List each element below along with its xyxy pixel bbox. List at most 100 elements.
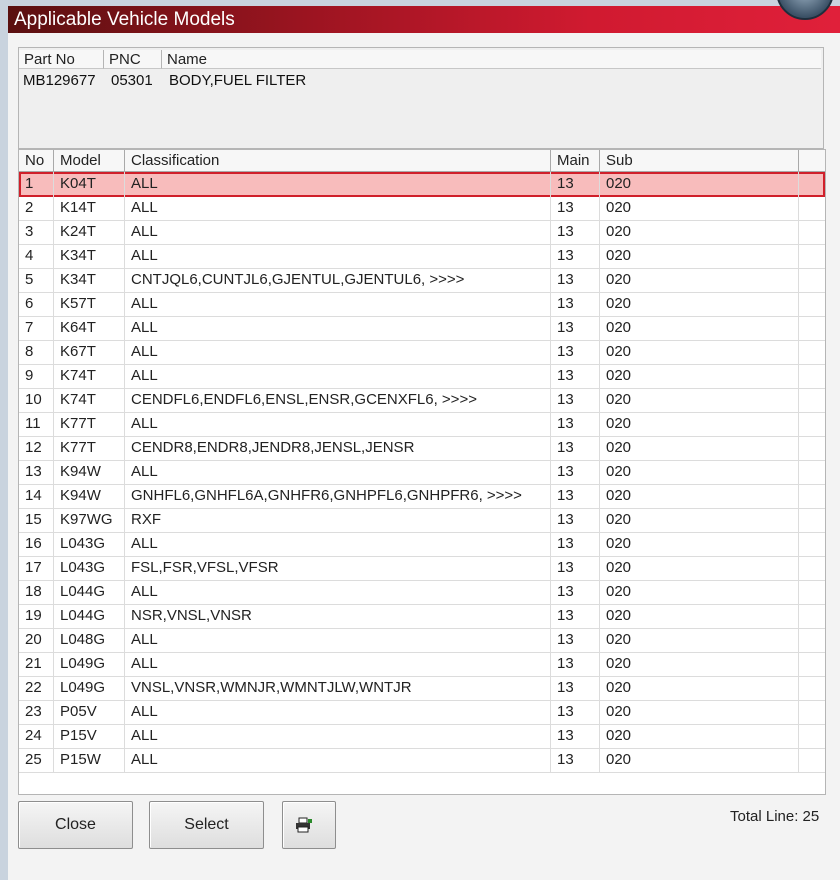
table-cell-classification: ALL	[125, 196, 551, 220]
table-row[interactable]: 15 K97WG RXF 13 020	[19, 508, 825, 533]
table-cell-sub: 020	[600, 412, 799, 436]
cell-text: CNTJQL6,CUNTJL6,GJENTUL,GJENTUL6, >>>>	[131, 271, 465, 288]
table-cell-model: L049G	[54, 652, 125, 676]
table-row[interactable]: 18 L044G ALL 13 020	[19, 580, 825, 605]
table-cell-classification: CENDR8,ENDR8,JENDR8,JENSL,JENSR	[125, 436, 551, 460]
cell-text: ALL	[131, 463, 158, 480]
table-cell-no: 15	[19, 508, 54, 532]
cell-text: 020	[606, 463, 632, 480]
table-row[interactable]: 20 L048G ALL 13 020	[19, 628, 825, 653]
table-row[interactable]: 2 K14T ALL 13 020	[19, 196, 825, 221]
column-header-label: Main	[557, 152, 590, 169]
table-row[interactable]: 7 K64T ALL 13 020	[19, 316, 825, 341]
vehicle-models-table[interactable]: No Model Classification Main Sub 1 K04T ALL 13 0…	[18, 149, 826, 795]
table-row[interactable]: 8 K67T ALL 13 020	[19, 340, 825, 365]
cell-text: ALL	[131, 247, 158, 264]
table-cell-main: 13	[551, 508, 600, 532]
cell-text: 13	[557, 199, 574, 216]
table-cell-sub: 020	[600, 676, 799, 700]
table-cell-main: 13	[551, 460, 600, 484]
cell-text: ALL	[131, 319, 158, 336]
table-row[interactable]: 1 K04T ALL 13 020	[19, 172, 825, 197]
main-column-header[interactable]: Main	[551, 150, 600, 171]
classification-column-header[interactable]: Classification	[125, 150, 551, 171]
table-cell-no: 12	[19, 436, 54, 460]
table-row[interactable]: 21 L049G ALL 13 020	[19, 652, 825, 677]
table-cell-main: 13	[551, 172, 600, 196]
cell-text: 020	[606, 703, 632, 720]
table-cell-main: 13	[551, 700, 600, 724]
table-row[interactable]: 17 L043G FSL,FSR,VFSL,VFSR 13 020	[19, 556, 825, 581]
table-cell-classification: ALL	[125, 532, 551, 556]
table-cell-model: K57T	[54, 292, 125, 316]
table-cell-no: 17	[19, 556, 54, 580]
cell-text: 020	[606, 223, 632, 240]
cell-text: ALL	[131, 175, 158, 192]
cell-text: 020	[606, 655, 632, 672]
cell-text: 020	[606, 175, 632, 192]
cell-text: 13	[557, 559, 574, 576]
column-header-label: Classification	[131, 152, 220, 169]
table-cell-classification: CENDFL6,ENDFL6,ENSL,ENSR,GCENXFL6, >>>>	[125, 388, 551, 412]
cell-text: 020	[606, 559, 632, 576]
table-cell-main: 13	[551, 412, 600, 436]
table-row[interactable]: 24 P15V ALL 13 020	[19, 724, 825, 749]
table-row[interactable]: 9 K74T ALL 13 020	[19, 364, 825, 389]
select-button[interactable]: Select	[149, 801, 264, 849]
table-cell-sub: 020	[600, 268, 799, 292]
table-cell-sub: 020	[600, 436, 799, 460]
cell-text: 020	[606, 439, 632, 456]
cell-text: 13	[557, 679, 574, 696]
table-cell-model: L043G	[54, 532, 125, 556]
table-row[interactable]: 5 K34T CNTJQL6,CUNTJL6,GJENTUL,GJENTUL6, >…	[19, 268, 825, 293]
cell-text: L044G	[60, 583, 106, 600]
cell-text: 16	[25, 535, 42, 552]
close-button[interactable]: Close	[18, 801, 133, 849]
cell-text: 13	[557, 535, 574, 552]
table-row[interactable]: 14 K94W GNHFL6,GNHFL6A,GNHFR6,GNHPFL6,GNHP…	[19, 484, 825, 509]
table-cell-classification: VNSL,VNSR,WMNJR,WMNTJLW,WNTJR	[125, 676, 551, 700]
cell-text: 14	[25, 487, 42, 504]
cell-text: 020	[606, 391, 632, 408]
table-row[interactable]: 12 K77T CENDR8,ENDR8,JENDR8,JENSL,JENSR 13 0…	[19, 436, 825, 461]
table-cell-main: 13	[551, 292, 600, 316]
table-cell-model: K97WG	[54, 508, 125, 532]
table-cell-no: 13	[19, 460, 54, 484]
table-cell-classification: ALL	[125, 412, 551, 436]
table-row[interactable]: 3 K24T ALL 13 020	[19, 220, 825, 245]
cell-text: 020	[606, 607, 632, 624]
cell-text: 020	[606, 631, 632, 648]
cell-text: 13	[557, 583, 574, 600]
cell-text: 15	[25, 511, 42, 528]
printer-icon	[296, 817, 312, 833]
table-row[interactable]: 25 P15W ALL 13 020	[19, 748, 825, 773]
table-cell-sub: 020	[600, 700, 799, 724]
table-row[interactable]: 13 K94W ALL 13 020	[19, 460, 825, 485]
table-cell-no: 2	[19, 196, 54, 220]
part-info-panel: Part No PNC Name MB129677 05301 BODY,FUE…	[18, 47, 824, 149]
cell-text: 19	[25, 607, 42, 624]
sub-column-header[interactable]: Sub	[600, 150, 799, 171]
table-cell-model: L044G	[54, 604, 125, 628]
table-cell-main: 13	[551, 244, 600, 268]
title-bar[interactable]: Applicable Vehicle Models	[8, 6, 840, 33]
table-cell-main: 13	[551, 196, 600, 220]
cell-text: K77T	[60, 439, 96, 456]
table-row[interactable]: 16 L043G ALL 13 020	[19, 532, 825, 557]
table-row[interactable]: 4 K34T ALL 13 020	[19, 244, 825, 269]
table-cell-model: L044G	[54, 580, 125, 604]
table-row[interactable]: 19 L044G NSR,VNSL,VNSR 13 020	[19, 604, 825, 629]
cell-text: K64T	[60, 319, 96, 336]
table-row[interactable]: 11 K77T ALL 13 020	[19, 412, 825, 437]
cell-text: 13	[557, 175, 574, 192]
table-row[interactable]: 23 P05V ALL 13 020	[19, 700, 825, 725]
table-cell-classification: ALL	[125, 316, 551, 340]
table-row[interactable]: 22 L049G VNSL,VNSR,WMNJR,WMNTJLW,WNTJR 13 02…	[19, 676, 825, 701]
table-row[interactable]: 6 K57T ALL 13 020	[19, 292, 825, 317]
model-column-header[interactable]: Model	[54, 150, 125, 171]
table-cell-sub: 020	[600, 628, 799, 652]
print-button[interactable]	[282, 801, 336, 849]
cell-text: 6	[25, 295, 34, 312]
table-row[interactable]: 10 K74T CENDFL6,ENDFL6,ENSL,ENSR,GCENXFL6,…	[19, 388, 825, 413]
no-column-header[interactable]: No	[19, 150, 54, 171]
